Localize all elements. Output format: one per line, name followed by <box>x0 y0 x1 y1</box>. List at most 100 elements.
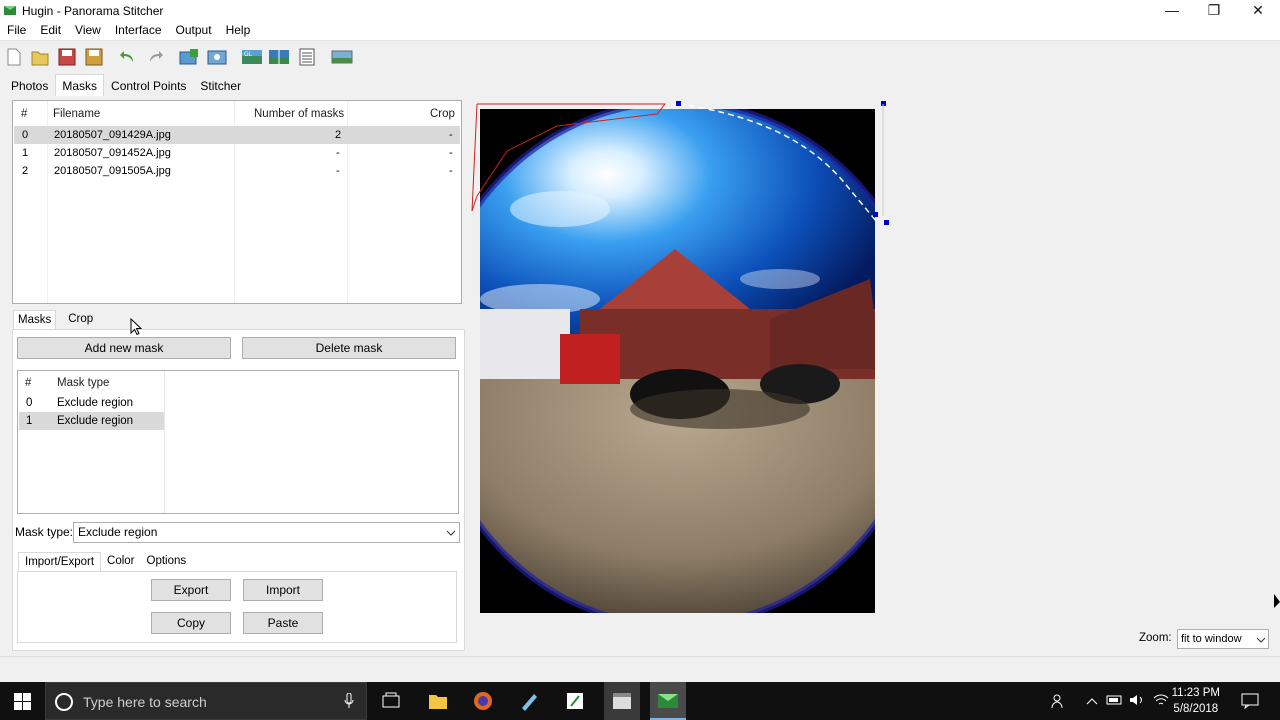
import-button[interactable]: Import <box>243 579 323 601</box>
paste-button[interactable]: Paste <box>243 612 323 634</box>
preview-panorama-icon[interactable] <box>268 47 290 67</box>
hugin-app-icon <box>4 6 16 15</box>
column-header-filename[interactable]: Filename <box>53 101 100 127</box>
add-images-icon[interactable] <box>178 47 200 67</box>
search-placeholder: Type here to search <box>83 694 207 710</box>
firefox-icon[interactable] <box>472 690 494 712</box>
mask-type-label: Mask type: <box>15 525 74 539</box>
export-button[interactable]: Export <box>151 579 231 601</box>
tab-photos[interactable]: Photos <box>4 74 55 96</box>
battery-icon[interactable] <box>1106 693 1124 707</box>
clock-date: 5/8/2018 <box>1173 703 1219 715</box>
hugin-icon <box>658 694 678 708</box>
add-time-series-icon[interactable] <box>206 47 228 67</box>
restore-button[interactable]: ❐ <box>1192 0 1236 22</box>
new-project-icon[interactable] <box>3 47 25 67</box>
column-header-number[interactable]: # <box>21 101 27 127</box>
zoom-select[interactable]: fit to window <box>1177 629 1269 649</box>
tab-control-points[interactable]: Control Points <box>104 74 193 96</box>
taskbar-active-app[interactable] <box>604 682 640 720</box>
row-crop: - <box>449 165 453 177</box>
delete-mask-button[interactable]: Delete mask <box>242 337 456 359</box>
task-view-icon[interactable] <box>380 690 402 712</box>
menu-view[interactable]: View <box>68 22 108 40</box>
tab-color[interactable]: Color <box>101 552 140 572</box>
row-mask-count: 2 <box>335 129 342 141</box>
close-button[interactable]: ✕ <box>1236 0 1280 22</box>
column-header-number-of-masks[interactable]: Number of masks <box>254 101 344 127</box>
taskbar-clock[interactable]: 11:23 PM 5/8/2018 <box>1172 685 1220 717</box>
save-project-icon[interactable] <box>56 47 78 67</box>
main-tabs: Photos Masks Control Points Stitcher <box>4 74 248 96</box>
tab-options[interactable]: Options <box>141 552 193 572</box>
tab-crop[interactable]: Crop <box>64 310 97 330</box>
menu-edit[interactable]: Edit <box>33 22 68 40</box>
row-filename: 20180507_091505A.jpg <box>54 165 171 177</box>
list-item[interactable]: 0 Exclude region <box>19 394 164 412</box>
column-header-mask-number[interactable]: # <box>25 370 31 396</box>
import-export-panel <box>17 571 457 643</box>
table-row[interactable]: 0 20180507_091429A.jpg 2 - <box>14 126 460 144</box>
menu-interface[interactable]: Interface <box>108 22 169 40</box>
tab-masks-sub[interactable]: Masks <box>13 310 57 330</box>
window-title: Hugin - Panorama Stitcher <box>22 4 164 18</box>
cortana-icon <box>55 693 73 711</box>
mask-overlay[interactable] <box>467 96 897 236</box>
windows-start-icon[interactable] <box>14 693 31 710</box>
panorama-settings-icon[interactable] <box>296 47 318 67</box>
copy-button[interactable]: Copy <box>151 612 231 634</box>
mask-list[interactable]: # Mask type 0 Exclude region 1 Exclude r… <box>17 370 459 514</box>
redo-icon[interactable] <box>144 47 166 67</box>
menu-file[interactable]: File <box>0 22 33 40</box>
zoom-label: Zoom: <box>1139 632 1172 644</box>
undo-icon[interactable] <box>117 47 139 67</box>
mask-handle <box>884 220 889 225</box>
status-bar <box>0 656 1280 682</box>
mask-number: 1 <box>26 415 33 427</box>
row-crop: - <box>449 129 453 141</box>
row-mask-count: - <box>336 147 340 159</box>
chevron-up-icon[interactable] <box>1086 696 1098 708</box>
cursor-icon <box>1274 594 1280 608</box>
column-header-crop[interactable]: Crop <box>430 101 455 127</box>
wifi-icon[interactable] <box>1153 693 1169 707</box>
mouse-cursor-icon <box>130 318 142 336</box>
tab-masks[interactable]: Masks <box>55 74 105 96</box>
mask-handle <box>676 101 681 106</box>
notifications-icon[interactable] <box>1241 693 1259 709</box>
image-table[interactable]: # Filename Number of masks Crop 0 201805… <box>12 100 462 304</box>
file-explorer-icon[interactable] <box>427 690 449 712</box>
app-icon[interactable] <box>518 690 540 712</box>
table-row[interactable]: 1 20180507_091452A.jpg - - <box>14 144 460 162</box>
mask-number: 0 <box>26 397 33 409</box>
row-crop: - <box>449 147 453 159</box>
save-as-icon[interactable] <box>83 47 105 67</box>
minimize-button[interactable]: — <box>1150 0 1194 22</box>
toolbar: GL <box>0 40 1280 72</box>
mask-type: Exclude region <box>57 415 134 427</box>
menu-help[interactable]: Help <box>219 22 258 40</box>
column-header-mask-type[interactable]: Mask type <box>57 370 109 396</box>
tab-import-export[interactable]: Import/Export <box>18 552 102 572</box>
row-filename: 20180507_091429A.jpg <box>54 129 171 141</box>
taskbar-search-box[interactable]: Type here to search <box>45 682 367 720</box>
clock-time: 11:23 PM <box>1171 687 1220 699</box>
taskbar-hugin-app[interactable] <box>650 682 686 720</box>
microphone-icon[interactable] <box>344 693 354 709</box>
list-item[interactable]: 1 Exclude region <box>19 412 164 430</box>
table-row[interactable]: 2 20180507_091505A.jpg - - <box>14 162 460 180</box>
mask-type-value: Exclude region <box>78 525 158 539</box>
stitch-icon[interactable] <box>331 47 353 67</box>
gl-preview-icon[interactable]: GL <box>241 47 263 67</box>
row-filename: 20180507_091452A.jpg <box>54 147 171 159</box>
volume-icon[interactable] <box>1129 693 1145 707</box>
notepad-icon[interactable] <box>564 690 586 712</box>
menu-output[interactable]: Output <box>169 22 219 40</box>
chevron-down-icon <box>1257 637 1265 643</box>
tab-stitcher[interactable]: Stitcher <box>193 74 248 96</box>
people-icon[interactable] <box>1050 693 1066 709</box>
add-new-mask-button[interactable]: Add new mask <box>17 337 231 359</box>
mask-type-select[interactable]: Exclude region <box>73 522 460 543</box>
zoom-value: fit to window <box>1181 633 1242 645</box>
open-project-icon[interactable] <box>29 47 51 67</box>
